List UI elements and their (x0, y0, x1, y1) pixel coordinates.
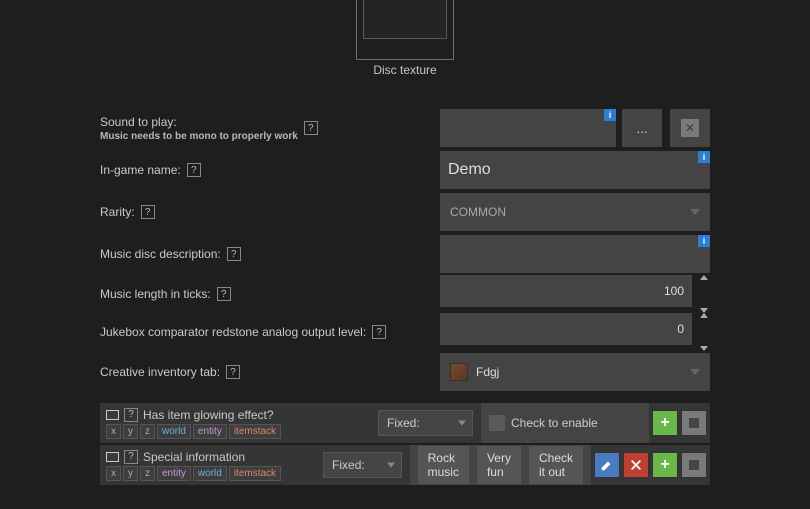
info-badge-icon: i (698, 235, 710, 247)
rarity-value: COMMON (450, 205, 506, 219)
chevron-down-icon (458, 421, 466, 426)
sound-sublabel: Music needs to be mono to properly work (100, 131, 298, 142)
help-icon[interactable]: ? (226, 365, 240, 379)
disc-texture-preview (363, 0, 447, 39)
close-icon: ✕ (681, 119, 699, 137)
tag-world: world (157, 424, 191, 439)
pencil-icon (600, 458, 614, 472)
rarity-select[interactable]: COMMON (440, 193, 710, 231)
square-icon (689, 460, 699, 470)
name-input[interactable] (440, 151, 710, 189)
info-badge-icon: i (604, 109, 616, 121)
disc-texture-label: Disc texture (373, 63, 436, 77)
tab-label: Creative inventory tab: (100, 365, 220, 379)
jukebox-step-up[interactable] (700, 313, 708, 318)
glowing-stop-button[interactable] (681, 410, 707, 436)
jukebox-label: Jukebox comparator redstone analog outpu… (100, 325, 366, 339)
jukebox-step-down[interactable] (700, 346, 708, 351)
tag-entity: entity (193, 424, 227, 439)
tag-entity: entity (157, 466, 191, 481)
special-clear-button[interactable] (623, 452, 649, 478)
length-step-up[interactable] (700, 275, 708, 280)
special-mode-value: Fixed: (332, 458, 365, 472)
special-label: Special information (143, 450, 245, 464)
tag-x: x (106, 424, 121, 439)
help-icon[interactable]: ? (372, 325, 386, 339)
glowing-add-button[interactable]: + (652, 410, 678, 436)
desc-input[interactable] (440, 235, 710, 273)
special-mode-select[interactable]: Fixed: (323, 452, 402, 478)
tag-itemstack: itemstack (229, 466, 281, 481)
sound-clear-button[interactable]: ✕ (670, 109, 710, 147)
monitor-icon (106, 410, 119, 420)
jukebox-input[interactable] (440, 313, 692, 345)
sound-label: Sound to play: (100, 115, 177, 129)
help-icon[interactable]: ? (124, 450, 138, 464)
tab-icon (450, 363, 468, 381)
tag-y: y (123, 466, 138, 481)
special-chip[interactable]: Rock music (418, 446, 469, 484)
special-add-button[interactable]: + (652, 452, 678, 478)
sound-input[interactable] (440, 109, 616, 147)
glowing-mode-value: Fixed: (387, 416, 420, 430)
tag-y: y (123, 424, 138, 439)
chevron-down-icon (690, 369, 700, 375)
sound-browse-button[interactable]: ... (622, 109, 662, 147)
length-input[interactable] (440, 275, 692, 307)
tag-x: x (106, 466, 121, 481)
rarity-label: Rarity: (100, 205, 135, 219)
help-icon[interactable]: ? (124, 408, 138, 422)
help-icon[interactable]: ? (141, 205, 155, 219)
creative-tab-select[interactable]: Fdgj (440, 353, 710, 391)
desc-label: Music disc description: (100, 247, 221, 261)
clear-all-icon (629, 458, 643, 472)
tag-z: z (140, 424, 155, 439)
tag-itemstack: itemstack (229, 424, 281, 439)
glowing-mode-select[interactable]: Fixed: (378, 410, 473, 436)
special-stop-button[interactable] (681, 452, 707, 478)
tag-world: world (193, 466, 227, 481)
chevron-down-icon (690, 209, 700, 215)
tab-value: Fdgj (476, 365, 499, 379)
special-tags: x y z entity world itemstack (106, 466, 309, 481)
length-label: Music length in ticks: (100, 287, 211, 301)
special-edit-button[interactable] (594, 452, 620, 478)
glowing-check-label: Check to enable (511, 416, 598, 430)
help-icon[interactable]: ? (304, 121, 318, 135)
info-badge-icon: i (698, 151, 710, 163)
help-icon[interactable]: ? (187, 163, 201, 177)
glowing-row: ? Has item glowing effect? x y z world e… (100, 403, 710, 443)
monitor-icon (106, 452, 119, 462)
help-icon[interactable]: ? (227, 247, 241, 261)
tag-z: z (140, 466, 155, 481)
help-icon[interactable]: ? (217, 287, 231, 301)
disc-texture-slot[interactable] (356, 0, 454, 60)
name-label: In-game name: (100, 163, 181, 177)
glowing-tags: x y z world entity itemstack (106, 424, 364, 439)
square-icon (689, 418, 699, 428)
special-chip[interactable]: Very fun (477, 446, 521, 484)
chevron-down-icon (387, 463, 395, 468)
special-chip[interactable]: Check it out (529, 446, 583, 484)
glowing-checkbox[interactable] (489, 415, 505, 431)
glowing-label: Has item glowing effect? (143, 408, 274, 422)
special-row: ? Special information x y z entity world… (100, 445, 710, 485)
